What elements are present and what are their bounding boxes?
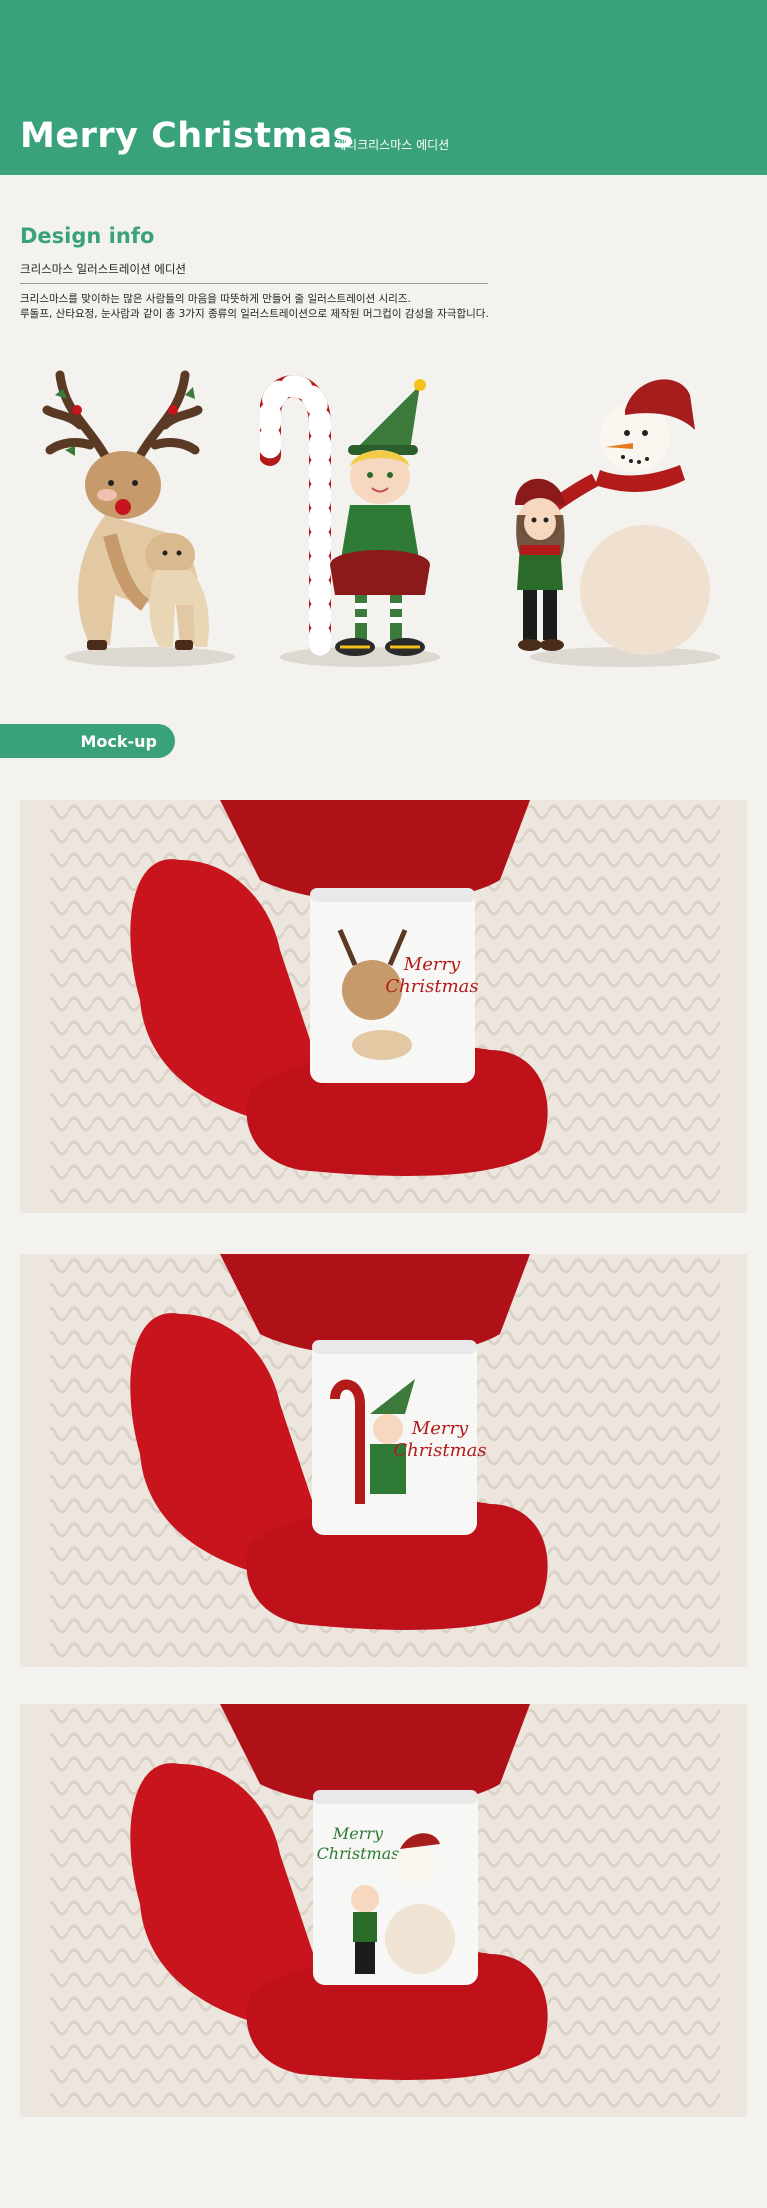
- mug-text-line2: Christmas: [393, 1440, 486, 1461]
- mockup-tab-label: Mock-up: [80, 732, 157, 751]
- header-banner: Merry Christmas 메리크리스마스 에디션: [0, 0, 767, 175]
- mug-text-line1: Merry: [403, 954, 461, 975]
- elf-illustration: [260, 375, 440, 667]
- mockup-photo-reindeer: Merry Christmas: [20, 800, 747, 1213]
- divider: [20, 283, 488, 284]
- design-info-description: 크리스마스를 맞이하는 많은 사람들의 마음을 따뜻하게 만들어 줄 일러스트레…: [20, 292, 500, 322]
- mockup-section-tab: Mock-up: [0, 724, 175, 758]
- mug-text-line2: Christmas: [385, 976, 478, 997]
- design-info-heading: Design info: [20, 224, 155, 248]
- mockup-photo-elf: Merry Christmas: [20, 1254, 747, 1667]
- description-line-1: 크리스마스를 맞이하는 많은 사람들의 마음을 따뜻하게 만들어 줄 일러스트레…: [20, 293, 411, 305]
- description-line-2: 루돌프, 산타요정, 눈사람과 같이 총 3가지 종류의 일러스트레이션으로 제…: [20, 308, 489, 320]
- snowman-illustration: [515, 379, 720, 667]
- mug-text-line2: Christmas: [317, 1844, 400, 1863]
- mockup-photo-snowman: Merry Christmas: [20, 1704, 747, 2117]
- mug-text-line1: Merry: [411, 1418, 469, 1439]
- page-subtitle: 메리크리스마스 에디션: [335, 138, 450, 152]
- page-title: Merry Christmas: [20, 116, 354, 156]
- design-info-subheading: 크리스마스 일러스트레이션 에디션: [20, 262, 187, 276]
- reindeer-illustration: [42, 370, 235, 667]
- mug-text-line1: Merry: [332, 1824, 384, 1843]
